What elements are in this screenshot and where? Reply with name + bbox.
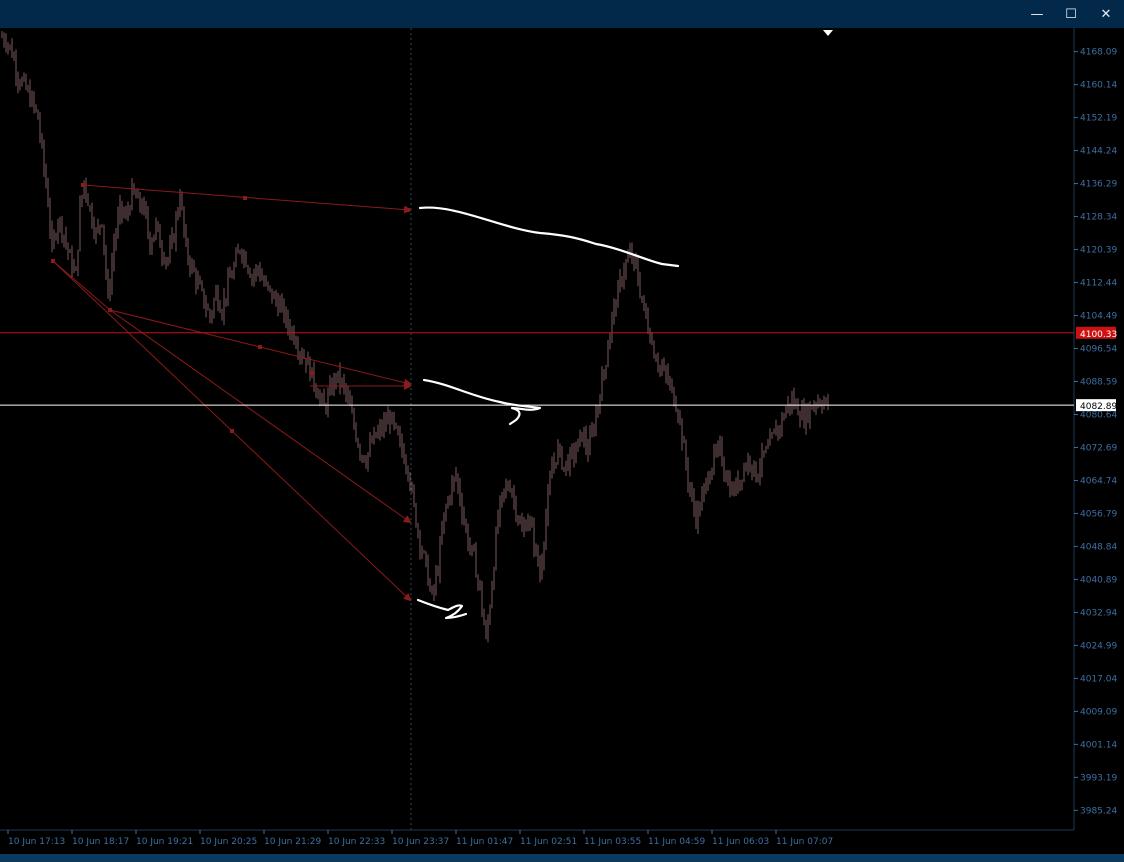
anchor-point (81, 183, 85, 187)
y-tick-label: 4152.19 (1080, 114, 1117, 124)
close-button[interactable]: ✕ (1091, 4, 1121, 26)
x-tick-label: 10 Jun 17:13 (8, 837, 65, 847)
y-tick-label: 4017.04 (1080, 674, 1117, 684)
anchor-point (258, 345, 262, 349)
x-tick-label: 10 Jun 23:37 (392, 837, 449, 847)
y-tick-label: 4160.14 (1080, 81, 1117, 91)
anchor-point (108, 308, 112, 312)
x-tick-label: 11 Jun 06:03 (712, 837, 769, 847)
y-tick-label: 4128.34 (1080, 213, 1117, 223)
anchor-point (243, 196, 247, 200)
x-tick-label: 11 Jun 03:55 (584, 837, 641, 847)
y-tick-label: 3993.19 (1080, 773, 1117, 783)
anchor-point (406, 208, 410, 212)
y-tick-label: 4009.09 (1080, 707, 1117, 717)
x-tick-label: 11 Jun 07:07 (776, 837, 833, 847)
anchor-point (406, 382, 410, 386)
y-tick-label: 4032.94 (1080, 608, 1117, 618)
x-tick-label: 10 Jun 22:33 (328, 837, 385, 847)
minimize-button[interactable]: — (1022, 4, 1052, 26)
y-tick-label: 4144.24 (1080, 147, 1117, 157)
anchor-point (51, 259, 55, 263)
x-tick-label: 10 Jun 18:17 (72, 837, 129, 847)
y-tick-label: 4104.49 (1080, 312, 1117, 322)
y-tick-label: 4096.54 (1080, 345, 1117, 355)
chart-window[interactable]: 4100.33 4082.89 4168.09 4160.14 4152.19 4144… (0, 28, 1124, 854)
chart-background (0, 28, 1124, 854)
y-tick-label: 4048.84 (1080, 542, 1117, 552)
x-tick-label: 10 Jun 20:25 (200, 837, 257, 847)
y-tick-label: 4088.59 (1080, 377, 1117, 387)
chart-frame (0, 28, 1124, 854)
y-tick-label: 4064.74 (1080, 476, 1117, 486)
x-tick-label: 11 Jun 01:47 (456, 837, 513, 847)
maximize-button[interactable]: ☐ (1056, 4, 1086, 26)
y-tick-label: 4112.44 (1080, 279, 1117, 289)
y-tick-label: 3985.24 (1080, 806, 1117, 816)
window-titlebar: — ☐ ✕ (0, 0, 1124, 28)
y-tick-label: 4040.89 (1080, 575, 1117, 585)
x-tick-label: 10 Jun 21:29 (264, 837, 321, 847)
y-tick-label: 4136.29 (1080, 180, 1117, 190)
price-line-label: 4100.33 (1080, 330, 1117, 340)
x-tick-label: 11 Jun 02:51 (520, 837, 577, 847)
y-tick-label: 4168.09 (1080, 48, 1117, 58)
x-tick-label: 10 Jun 19:21 (136, 837, 193, 847)
price-chart[interactable]: 4100.334082.89 4168.094160.144152.194144… (0, 28, 1124, 854)
y-tick-label: 4080.64 (1080, 410, 1117, 420)
y-tick-label: 4001.14 (1080, 740, 1117, 750)
y-tick-label: 4024.99 (1080, 641, 1117, 651)
y-tick-label: 4056.79 (1080, 509, 1117, 519)
y-tick-label: 4120.39 (1080, 246, 1117, 256)
anchor-point (310, 371, 314, 375)
status-strip (0, 854, 1124, 862)
y-tick-label: 4072.69 (1080, 443, 1117, 453)
x-tick-label: 11 Jun 04:59 (648, 837, 705, 847)
anchor-point (230, 429, 234, 433)
